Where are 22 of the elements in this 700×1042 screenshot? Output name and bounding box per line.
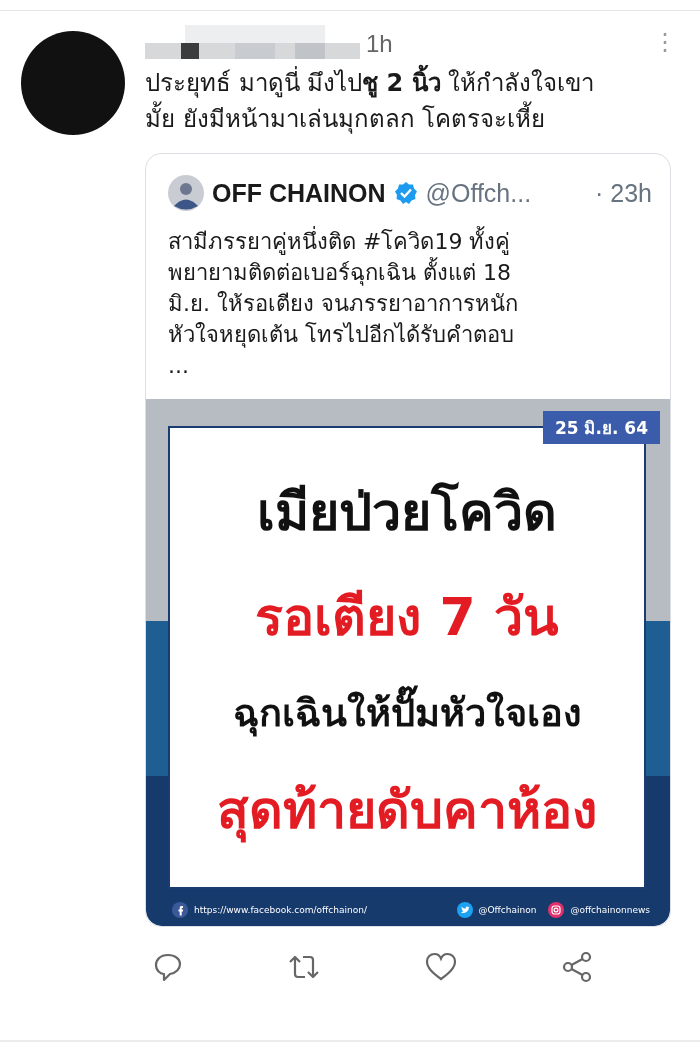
tweet-text: ประยุทธ์ มาดูนี่ มึงไปชู 2 นิ้ว ให้กำลังใจเขา มั้ย ยังมีหน้ามาเล่นมุกตลก โคตรจะเหี้ย <box>145 65 677 137</box>
reply-icon[interactable] <box>153 952 183 982</box>
share-icon[interactable] <box>561 951 593 983</box>
author-avatar[interactable] <box>168 175 204 211</box>
author-name[interactable]: OFF CHAINON <box>212 178 386 208</box>
news-graphic[interactable]: 25 มิ.ย. 64 เมียป่วยโควิด รอเตียง 7 วัน ฉุกเฉินให้ปั๊มหัวใจเอง สุดท้ายดับคาห้อง https://www.facebook.com/offchainon/ @Offchainon @offchainonnews <box>146 399 670 926</box>
quote-time: · 23h <box>595 178 652 208</box>
date-tag: 25 มิ.ย. 64 <box>542 411 660 444</box>
quoted-tweet-card[interactable] <box>145 153 671 927</box>
headline-text: สุดท้ายดับคาห้อง <box>217 776 597 845</box>
heart-icon[interactable] <box>425 952 457 982</box>
social-link-text: @offchainonnews <box>570 905 650 915</box>
facebook-icon <box>172 902 188 918</box>
quoted-tweet-text: สามีภรรยาคู่หนึ่งติด #โควิด19 ทั้งคู่ พยายามติดต่อเบอร์ฉุกเฉิน ตั้งแต่ 18 มิ.ย. ให้รอเตียง จนภรรยาอาการหนัก หัวใจหยุดเต้น โทรไปอีกได้รับคำตอบ ... <box>168 226 648 381</box>
bird-icon <box>456 902 473 918</box>
social-link-text: https://www.facebook.com/offchainon/ <box>194 905 367 915</box>
headline-text: รอเตียง 7 วัน <box>255 586 559 650</box>
social-link-text: @Offchainon <box>478 905 537 915</box>
camera-icon <box>548 902 565 918</box>
author-handle: @Offch... <box>425 178 532 208</box>
tweet-time: 1h <box>366 30 393 58</box>
headline-text: เมียป่วยโควิด <box>257 480 557 544</box>
